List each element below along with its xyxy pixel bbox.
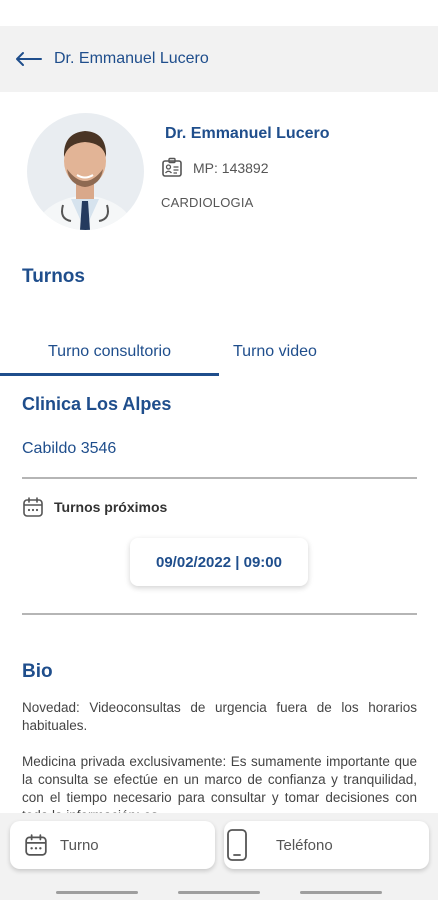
bio-title: Bio — [22, 661, 53, 682]
arrow-left-icon — [16, 52, 42, 66]
upcoming-label: Turnos próximos — [54, 499, 168, 515]
doctor-profile: Dr. Emmanuel Lucero MP: 143892 CARDIOLOG… — [27, 113, 417, 231]
divider — [22, 613, 417, 615]
app-bar: Dr. Emmanuel Lucero — [0, 26, 438, 92]
tab-turno-consultorio[interactable]: Turno consultorio — [0, 328, 219, 376]
appointment-slot-button[interactable]: 09/02/2022 | 09:00 — [130, 538, 308, 586]
upcoming-appointments-header: Turnos próximos — [22, 496, 167, 518]
turno-button[interactable]: Turno — [10, 821, 215, 869]
app-bar-title: Dr. Emmanuel Lucero — [54, 50, 209, 67]
bio-paragraph: Medicina privada exclusivamente: Es suma… — [22, 754, 417, 813]
doctor-name: Dr. Emmanuel Lucero — [165, 125, 330, 142]
telefono-button[interactable]: Teléfono — [224, 821, 429, 869]
id-card-icon — [162, 157, 182, 177]
clinic-name: Clinica Los Alpes — [22, 394, 172, 414]
bio-paragraph: Novedad: Videoconsultas de urgencia fuer… — [22, 700, 417, 733]
nav-home-button[interactable] — [178, 891, 260, 894]
bio-content: Novedad: Videoconsultas de urgencia fuer… — [0, 690, 438, 813]
specialty: CARDIOLOGIA — [161, 195, 254, 210]
license-number: MP: 143892 — [193, 160, 269, 176]
calendar-icon — [25, 834, 47, 856]
avatar — [27, 113, 144, 230]
license-row: MP: 143892 — [161, 157, 269, 179]
tab-selected-indicator — [0, 373, 219, 376]
system-nav-bar — [0, 885, 438, 900]
nav-back-button[interactable] — [300, 891, 382, 894]
status-bar — [0, 0, 438, 26]
telefono-button-label: Teléfono — [276, 836, 333, 854]
nav-recent-button[interactable] — [56, 891, 138, 894]
turnos-title: Turnos — [22, 266, 85, 287]
bottom-action-bar: Turno Teléfono — [0, 813, 438, 885]
turno-button-label: Turno — [60, 836, 99, 854]
appointment-tabs: Turno consultorio Turno video — [0, 328, 438, 376]
phone-icon — [227, 829, 247, 861]
calendar-icon — [23, 497, 43, 517]
back-button[interactable] — [4, 35, 52, 83]
tab-turno-video[interactable]: Turno video — [219, 328, 341, 376]
clinic-address[interactable]: Cabildo 3546 — [22, 440, 116, 458]
divider — [22, 477, 417, 479]
